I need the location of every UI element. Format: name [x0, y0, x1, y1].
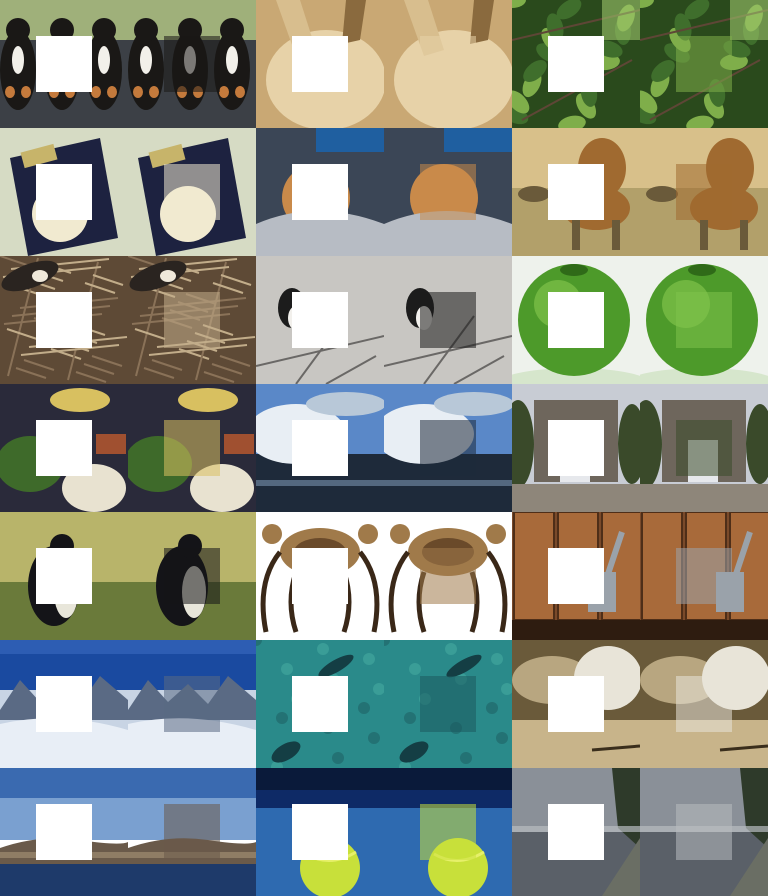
masked-breakwater-image — [0, 768, 128, 896]
masked-book-cd-image — [0, 128, 128, 256]
masked-tennis-ball-image — [256, 768, 384, 896]
mask-square — [292, 292, 348, 348]
inpainted-tennis-ball-image — [384, 768, 512, 896]
mask-square — [548, 36, 604, 92]
masked-crab-image — [256, 512, 384, 640]
masked-wave-image — [256, 384, 384, 512]
inpainted-breakwater-image — [128, 768, 256, 896]
mask-square — [548, 292, 604, 348]
inpainted-snowy-mountains-image — [128, 640, 256, 768]
inpainted-stone-arch-image — [640, 384, 768, 512]
mask-square — [36, 420, 92, 476]
inpainted-rabbit-image — [384, 0, 512, 128]
inpainted-bird-on-branch-image — [384, 256, 512, 384]
inpainted-dogs-image — [128, 0, 256, 128]
masked-snowy-mountains-image — [0, 640, 128, 768]
masked-lion-image — [512, 128, 640, 256]
inpainted-cat-on-couch-image — [384, 128, 512, 256]
mask-square — [36, 676, 92, 732]
masked-dogs-image — [0, 0, 128, 128]
inpainted-bird-in-tree-image — [640, 0, 768, 128]
masked-stone-arch-image — [512, 384, 640, 512]
mask-square — [292, 420, 348, 476]
image-grid — [0, 0, 768, 896]
mask-square — [36, 36, 92, 92]
mask-square — [292, 548, 348, 604]
inpainted-food-spread-image — [128, 384, 256, 512]
mask-square — [292, 804, 348, 860]
mask-square — [548, 804, 604, 860]
mask-square — [36, 804, 92, 860]
inpainted-green-apple-image — [640, 256, 768, 384]
inpainted-penguin-image — [128, 512, 256, 640]
mask-square — [548, 420, 604, 476]
masked-food-spread-image — [0, 384, 128, 512]
inpainted-bowl-and-glass-image — [640, 640, 768, 768]
inpainted-lake-pier-image — [640, 768, 768, 896]
inpainted-wave-image — [384, 384, 512, 512]
inpainted-lion-image — [640, 128, 768, 256]
masked-rabbit-image — [256, 0, 384, 128]
masked-cat-on-couch-image — [256, 128, 384, 256]
inpainted-fish-underwater-image — [384, 640, 512, 768]
mask-square — [36, 548, 92, 604]
mask-square — [292, 36, 348, 92]
inpainted-mortar-pestle-image — [640, 512, 768, 640]
masked-mortar-pestle-image — [512, 512, 640, 640]
masked-penguin-image — [0, 512, 128, 640]
masked-green-apple-image — [512, 256, 640, 384]
inpainted-bird-on-straw-image — [128, 256, 256, 384]
masked-bowl-and-glass-image — [512, 640, 640, 768]
mask-square — [292, 676, 348, 732]
inpainted-book-cd-image — [128, 128, 256, 256]
mask-square — [548, 548, 604, 604]
mask-square — [548, 164, 604, 220]
masked-fish-underwater-image — [256, 640, 384, 768]
mask-square — [36, 292, 92, 348]
masked-bird-on-straw-image — [0, 256, 128, 384]
masked-bird-in-tree-image — [512, 0, 640, 128]
mask-square — [292, 164, 348, 220]
masked-bird-on-branch-image — [256, 256, 384, 384]
masked-lake-pier-image — [512, 768, 640, 896]
mask-square — [548, 676, 604, 732]
mask-square — [36, 164, 92, 220]
inpainted-crab-image — [384, 512, 512, 640]
